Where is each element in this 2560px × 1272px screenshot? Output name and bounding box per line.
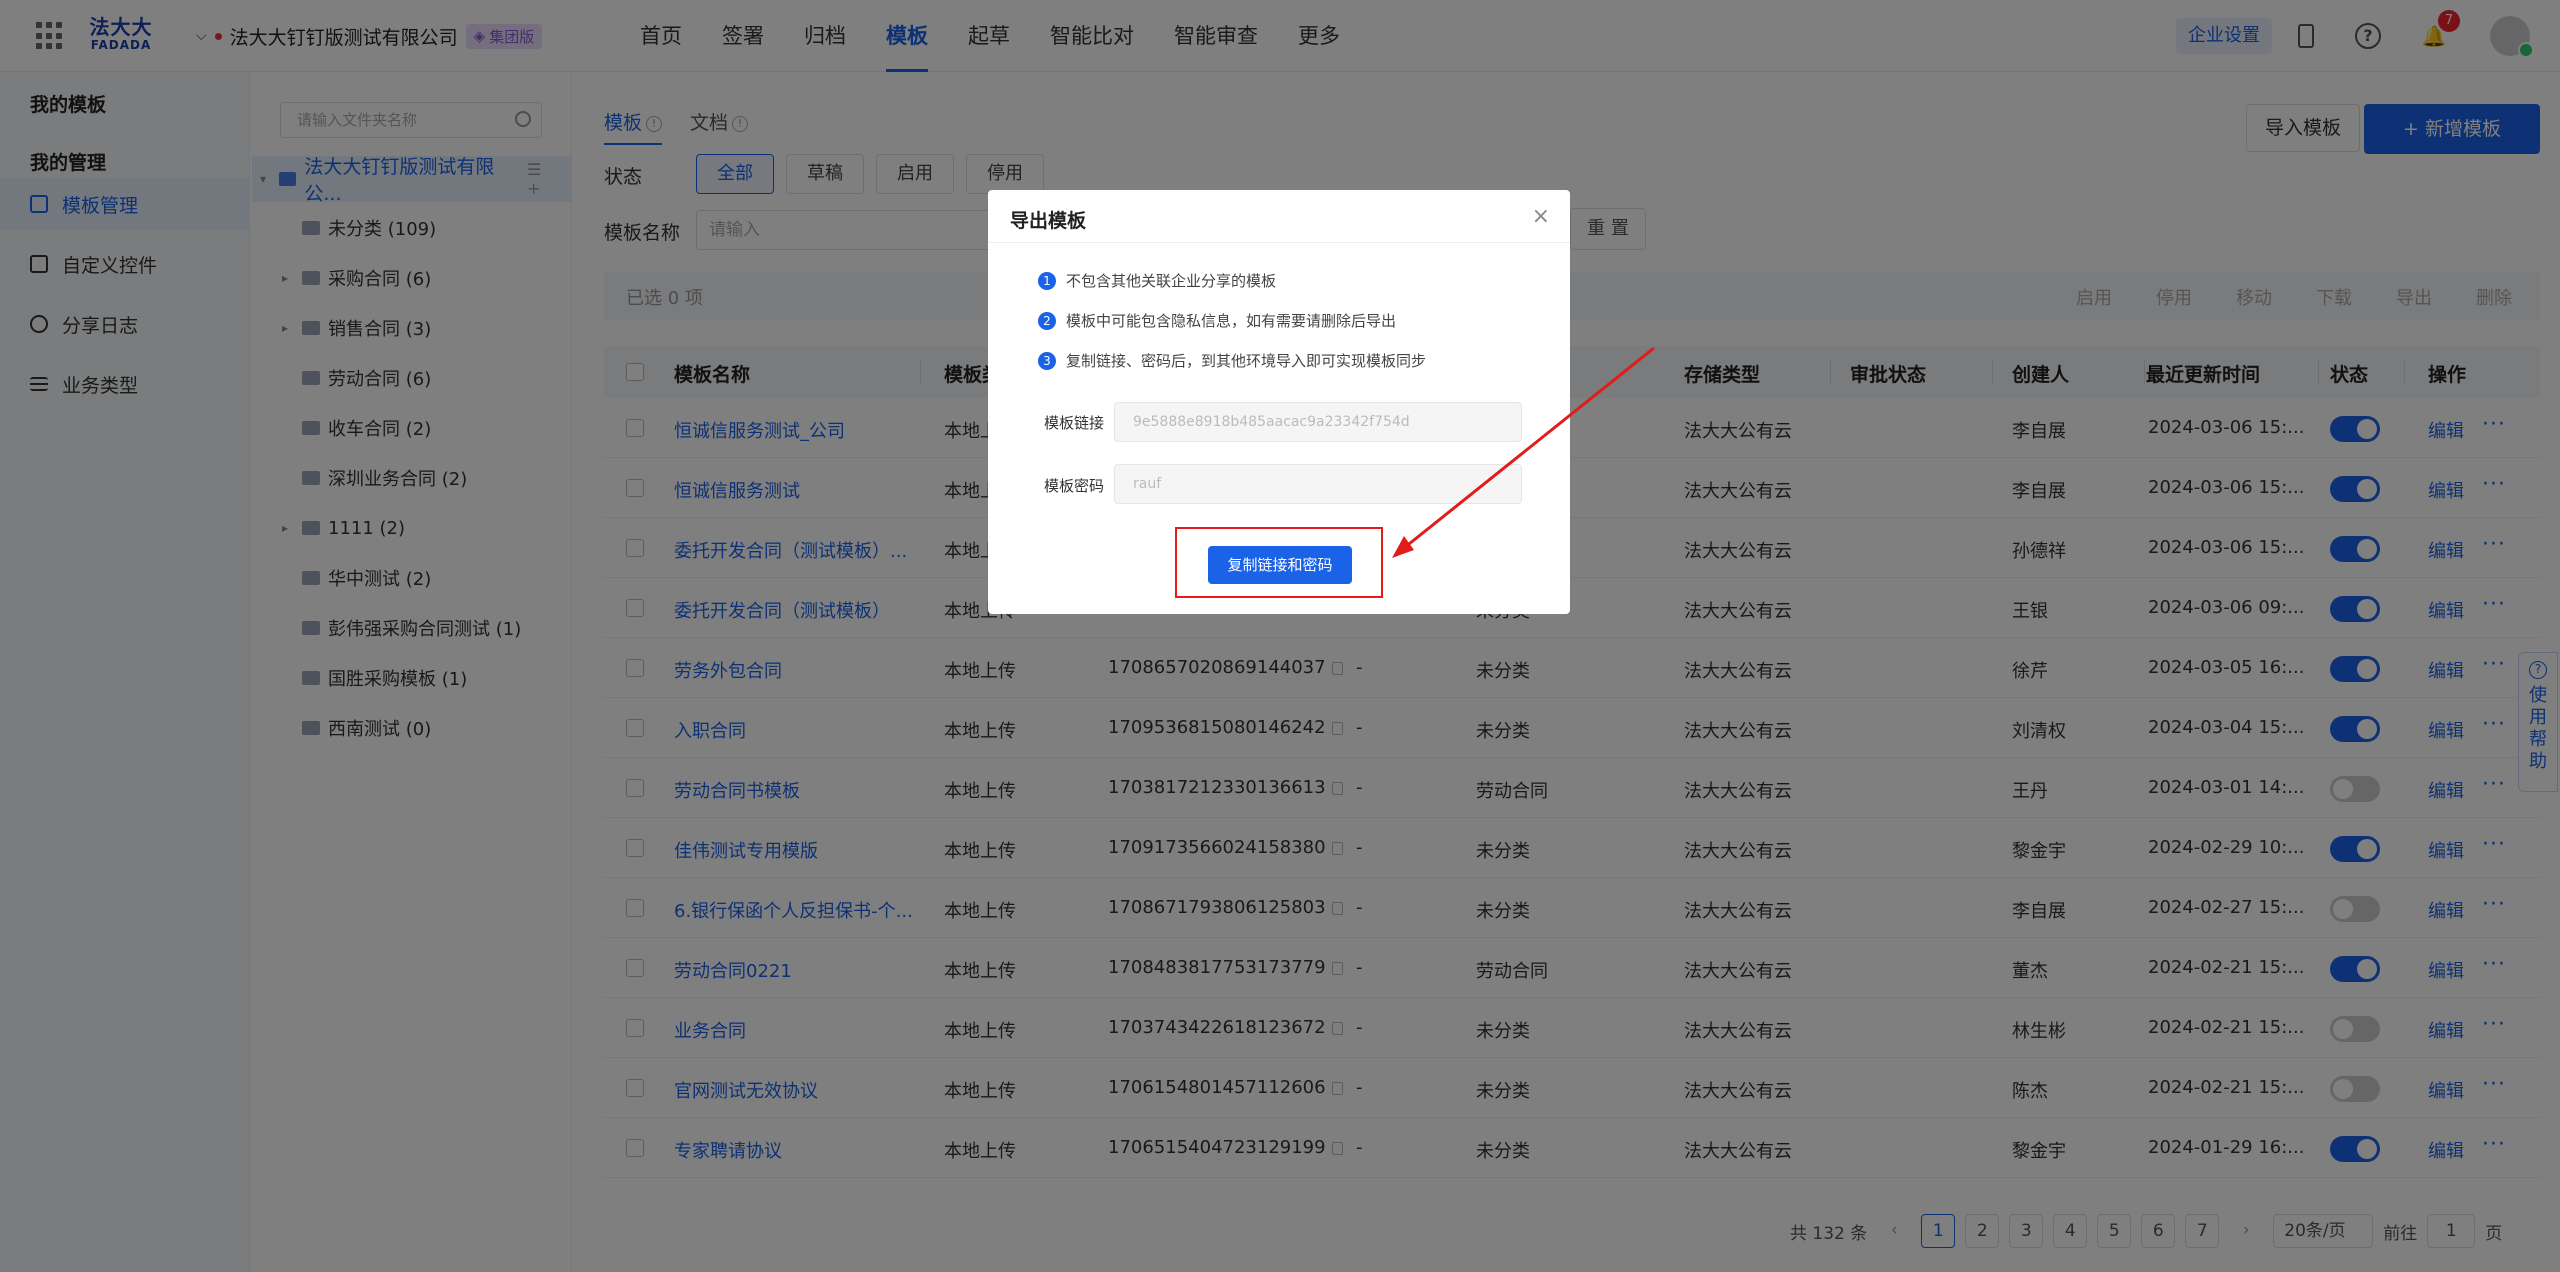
- annotation-arrow: [1392, 346, 1655, 558]
